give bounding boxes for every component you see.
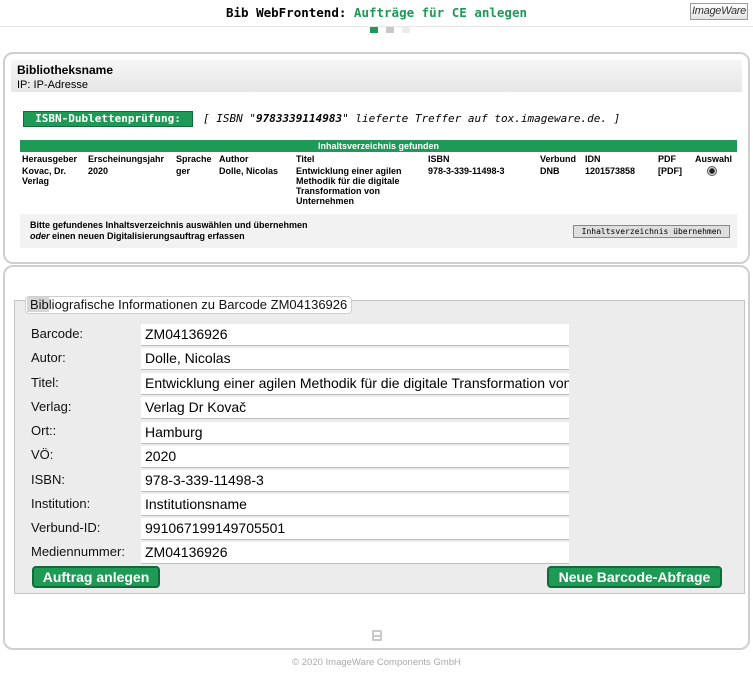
isbn-result-suffix: " lieferte Treffer auf tox.imageware.de.… [342,112,621,125]
new-barcode-query-button[interactable]: Neue Barcode-Abfrage [547,566,722,588]
toc-footer: Bitte gefundenes Inhaltsverzeichnis ausw… [20,214,737,248]
select-radio[interactable] [707,166,717,176]
library-panel: Bibliotheksname IP: IP-Adresse ISBN-Dubl… [3,52,750,264]
instruction-oder: oder [30,231,50,241]
barcode-label: Barcode: [31,326,84,341]
ip-line: IP: IP-Adresse [17,79,88,91]
library-info: Bibliotheksname IP: IP-Adresse [11,60,742,92]
toc-found-box: Inhaltsverzeichnis gefunden Herausgeber … [20,140,737,248]
col-header: Sprache [176,154,212,164]
ip-label: IP [17,79,28,91]
place-label: Ort:: [31,423,57,438]
toc-table: Herausgeber Erscheinungsjahr Sprache Aut… [20,153,737,207]
create-order-button[interactable]: Auftrag anlegen [32,566,160,588]
biblio-legend: Bibliografische Informationen zu Barcode… [25,296,353,314]
institution-label: Institution: [31,496,91,511]
media-number-label: Mediennummer: [31,544,125,559]
verbund-id-label: Verbund-ID: [31,520,101,535]
title-separator: : [338,5,347,20]
pdf-link[interactable]: [PDF] [656,165,693,207]
app-header: Bib WebFrontend: Aufträge für CE anlegen… [0,0,753,26]
app-title: Bib WebFrontend: Aufträge für CE anlegen [0,5,753,20]
app-name: Bib WebFrontend [225,5,339,20]
isbn-duplicate-check-button[interactable]: ISBN-Dublettenprüfung: [23,111,193,127]
cell-idn: 1201573858 [585,166,636,176]
col-header: Auswahl [695,154,733,164]
apply-toc-button[interactable]: Inhaltsverzeichnis übernehmen [573,225,730,238]
col-header: IDN [585,154,601,164]
step-dot [386,27,394,33]
cell-title: Entwicklung einer agilen Methodik für di… [296,166,402,206]
barcode-field[interactable]: ZM04136926 [141,324,569,346]
col-header: Herausgeber [22,154,78,164]
ip-value: IP-Adresse [33,79,88,91]
cell-select [693,165,737,207]
library-name: Bibliotheksname [17,63,114,77]
place-field[interactable]: Hamburg [141,422,569,444]
release-year-field[interactable]: 2020 [141,446,569,468]
copyright-footer: © 2020 ImageWare Components GmbH [292,657,461,668]
verbund-id-field[interactable]: 991067199149705501 [141,518,569,540]
instruction-line1: Bitte gefundenes Inhaltsverzeichnis ausw… [30,220,308,230]
cell-isbn: 978-3-339-11498-3 [428,166,505,176]
isbn-result-number: 9783339114983 [255,112,343,125]
title-field[interactable]: Entwicklung einer agilen Methodik für di… [141,373,569,395]
release-year-label: VÖ: [31,447,54,462]
isbn-label: ISBN: [31,472,65,487]
cell-verbund: DNB [540,166,560,176]
author-field[interactable]: Dolle, Nicolas [141,348,569,370]
toc-title: Inhaltsverzeichnis gefunden [20,140,737,152]
col-header: ISBN [428,154,450,164]
institution-field[interactable]: Institutionsname [141,494,569,516]
cell-year: 2020 [88,166,109,176]
col-header: Verbund [540,154,577,164]
imageware-logo: ImageWare [690,3,748,20]
isbn-field[interactable]: 978-3-339-11498-3 [141,470,569,492]
col-header: Author [219,154,249,164]
isbn-result-prefix: [ ISBN " [203,112,256,125]
table-row[interactable]: Kovac, Dr. Verlag 2020 ger Dolle, Nicola… [20,165,737,207]
title-label: Titel: [31,375,59,390]
page-title: Aufträge für CE anlegen [353,5,528,20]
col-header: Erscheinungsjahr [88,154,165,164]
lock-icon [372,630,382,641]
toc-header-row: Herausgeber Erscheinungsjahr Sprache Aut… [20,153,737,165]
col-header: Titel [296,154,315,164]
media-number-field[interactable]: ZM04136926 [141,542,569,564]
cell-language: ger [176,166,191,176]
legend-text: liografische Informationen zu Barcode ZM… [48,297,348,312]
instruction-line2: einen neuen Digitalisierungsauftrag erfa… [49,231,245,241]
legend-highlight: Bib [27,297,49,312]
step-dot-active [370,27,378,33]
author-label: Autor: [31,350,66,365]
col-header: PDF [658,154,676,164]
cell-author: Dolle, Nicolas [219,166,279,176]
toc-instruction: Bitte gefundenes Inhaltsverzeichnis ausw… [30,220,308,242]
publisher-label: Verlag: [31,399,72,414]
step-dot [402,27,410,33]
cell-publisher: Kovac, Dr. Verlag [22,166,67,186]
isbn-check-result: [ ISBN "9783339114983" lieferte Treffer … [203,112,620,125]
publisher-field[interactable]: Verlag Dr Kovač [141,397,569,419]
